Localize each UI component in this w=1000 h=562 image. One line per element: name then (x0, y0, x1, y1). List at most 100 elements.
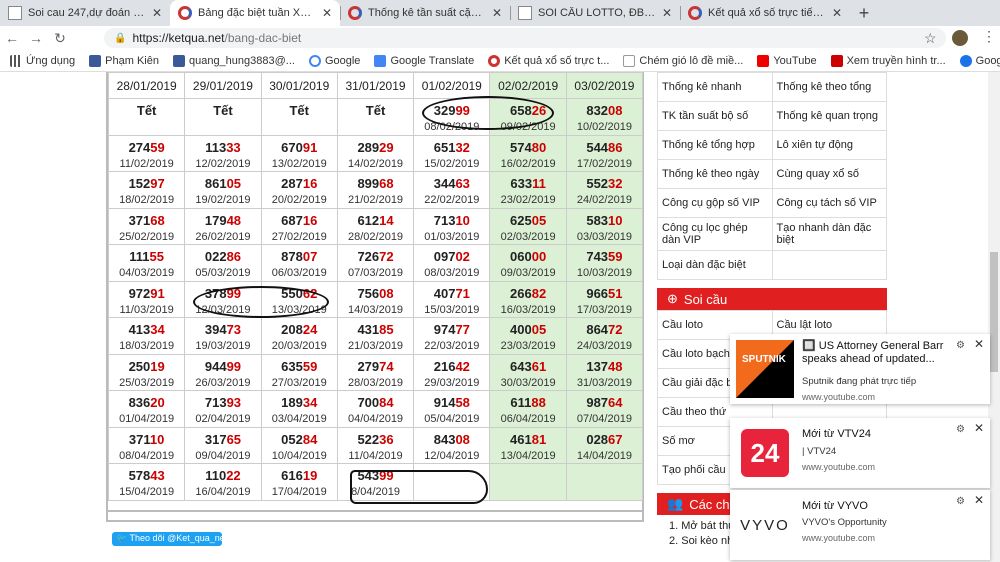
bookmark[interactable]: Google Translate (374, 54, 474, 67)
number-prefix: 287 (281, 176, 303, 191)
bookmark[interactable]: quang_hung3883@... (172, 54, 295, 67)
number-tail: 19 (150, 358, 165, 374)
number-prefix: 344 (433, 176, 456, 191)
number-prefix: 028 (586, 431, 609, 447)
bookmark-label: Xem truyền hình tr... (846, 54, 946, 67)
date-label: 03/02/2019 (574, 79, 635, 93)
bookmark[interactable]: Google Earth (959, 54, 1000, 67)
tab-title: Bảng đặc biệt tuần Xổ Số Truyền (198, 7, 316, 19)
close-icon[interactable]: ✕ (974, 421, 984, 435)
number-prefix: 651 (433, 139, 456, 155)
close-icon[interactable]: ✕ (974, 493, 984, 507)
date-label: 15/03/2019 (424, 303, 480, 316)
close-tab-icon[interactable]: ✕ (322, 6, 332, 20)
number-tail: 72 (608, 322, 623, 337)
bookmark-star-icon[interactable]: ☆ (924, 30, 937, 47)
sidebar-link[interactable]: Thống kê quan trọng (771, 101, 887, 131)
close-tab-icon[interactable]: ✕ (492, 6, 502, 20)
number-prefix: 574 (510, 139, 532, 155)
panel-bottom (106, 512, 644, 522)
sputnik-logo-text: SPUTNIK (742, 354, 787, 365)
sidebar-link[interactable]: Công cụ tách số VIP (771, 188, 887, 218)
notification-vtv24[interactable]: 24 Mới từ VTV24 | VTV24 www.youtube.com … (730, 418, 990, 488)
sidebar-link[interactable]: Thống kê theo tổng (771, 72, 887, 102)
date-label: 26/03/2019 (195, 376, 251, 389)
bookmark-label: Chém gió lô đề miề... (639, 54, 744, 67)
profile-avatar[interactable] (952, 30, 968, 46)
bookmark[interactable]: YouTube (757, 54, 817, 67)
scrollbar[interactable] (988, 72, 1000, 562)
result-cell: 02/02/2019 (489, 72, 567, 99)
back-icon[interactable]: ← (0, 30, 24, 46)
date-label: 28/01/2019 (116, 79, 177, 93)
result-cell: Tết (260, 98, 338, 136)
bookmark[interactable]: Xem truyền hình tr... (830, 54, 946, 67)
result-cell: 15297 18/02/2019 (107, 171, 186, 209)
bookmark[interactable]: Chém gió lô đề miề... (623, 54, 744, 67)
number-tail: 68 (379, 176, 394, 191)
gear-icon[interactable]: ⚙ (956, 496, 965, 507)
bookmark[interactable]: Phạm Kiên (89, 54, 159, 67)
table-row: 28/01/2019 29/01/2019 30/01/2019 31/01/2019… (107, 72, 644, 99)
notification-title: 🔲 US Attorney General Barr speaks ahead … (802, 340, 944, 365)
close-tab-icon[interactable]: ✕ (152, 6, 162, 20)
close-tab-icon[interactable]: ✕ (662, 6, 672, 20)
date-label: 15/04/2019 (119, 486, 175, 498)
page-icon (623, 54, 636, 67)
gear-icon[interactable]: ⚙ (956, 340, 965, 351)
sidebar-link[interactable]: Lô xiên tự động (771, 130, 887, 160)
reload-icon[interactable]: ↻ (48, 30, 72, 47)
sidebar-link[interactable]: Tạo nhanh dàn đặc biệt (771, 217, 887, 251)
sidebar-link[interactable]: Cùng quay xổ số (771, 159, 887, 189)
sidebar-link[interactable]: Công cụ gộp số VIP (657, 188, 773, 218)
forward-icon[interactable]: → (24, 30, 48, 46)
browser-tab-0[interactable]: Soi cau 247,dự đoán xổ số, soi cầu ✕ (0, 0, 170, 26)
scrollbar-thumb[interactable] (990, 252, 998, 372)
number-tail: 74 (379, 358, 394, 374)
notification-vyvo[interactable]: VYVO Mới từ VYVO VYVO's Opportunity www.… (730, 490, 990, 560)
result-number: 37110 (109, 432, 184, 447)
number-prefix: 052 (281, 431, 303, 447)
result-number: 17948 (185, 213, 260, 228)
number-tail: 72 (379, 249, 394, 264)
twitter-follow-button[interactable]: 🐦 Theo dõi @Ket_qua_net (112, 532, 227, 546)
result-number: Tết (366, 103, 386, 118)
result-cell: 28/01/2019 (107, 72, 186, 99)
number-tail: 67 (608, 431, 623, 447)
result-cell: 89968 21/02/2019 (336, 171, 415, 209)
notification-sputnik[interactable]: SPUTNIK 🔲 US Attorney General Barr speak… (730, 334, 990, 404)
number-tail: 20 (150, 395, 165, 410)
address-bar[interactable]: 🔒 https://ketqua.net/bang-dac-biet (104, 28, 946, 48)
new-tab-button[interactable]: + (850, 0, 878, 26)
menu-icon[interactable]: ⋮ (982, 28, 996, 45)
close-tab-icon[interactable]: ✕ (832, 6, 842, 20)
bookmark[interactable]: Google (308, 54, 360, 67)
result-number: Tết (137, 103, 157, 118)
date-label: 31/01/2019 (345, 79, 406, 93)
number-prefix: 700 (357, 395, 380, 410)
number-tail: 34 (150, 322, 165, 337)
number-prefix: 266 (510, 285, 532, 301)
sidebar-link[interactable]: Thống kê nhanh (657, 72, 773, 102)
date-label: 29/03/2019 (424, 376, 480, 389)
bookmark[interactable]: Kết quả xổ số trực t... (488, 54, 609, 67)
bookmarks-bar: Ứng dụng Phạm Kiên quang_hung3883@... Go… (0, 50, 1000, 72)
result-number: 71393 (185, 395, 260, 410)
gear-icon[interactable]: ⚙ (956, 424, 965, 435)
sidebar-link[interactable]: Loại dàn đặc biệt (657, 250, 773, 280)
sidebar-link[interactable]: Thống kê theo ngày (657, 159, 773, 189)
sidebar-link[interactable]: TK tần suất bộ số (657, 101, 773, 131)
result-cell: 67091 13/02/2019 (260, 134, 338, 172)
browser-tab-3[interactable]: SOI CẦU LOTTO, ĐB XSMB NGÀY ✕ (510, 0, 680, 26)
url-path: /bang-dac-biet (224, 31, 302, 45)
close-icon[interactable]: ✕ (974, 337, 984, 351)
sidebar-link[interactable]: Thống kê tổng hợp (657, 130, 773, 160)
result-cell: 06000 09/03/2019 (489, 244, 567, 282)
bookmark-apps[interactable]: Ứng dụng (10, 54, 75, 67)
browser-tab-4[interactable]: Kết quả xổ số trực tiếp - Soi cầu ✕ (680, 0, 850, 26)
sidebar-link[interactable]: Công cụ lọc ghép dàn VIP (657, 217, 773, 251)
result-cell: 94499 26/03/2019 (184, 353, 262, 391)
browser-tab-2[interactable]: Thống kê tần suất cặp loto Truyền ✕ (340, 0, 510, 26)
number-prefix: 756 (357, 285, 380, 301)
browser-tab-1[interactable]: Bảng đặc biệt tuần Xổ Số Truyền ✕ (170, 0, 340, 26)
